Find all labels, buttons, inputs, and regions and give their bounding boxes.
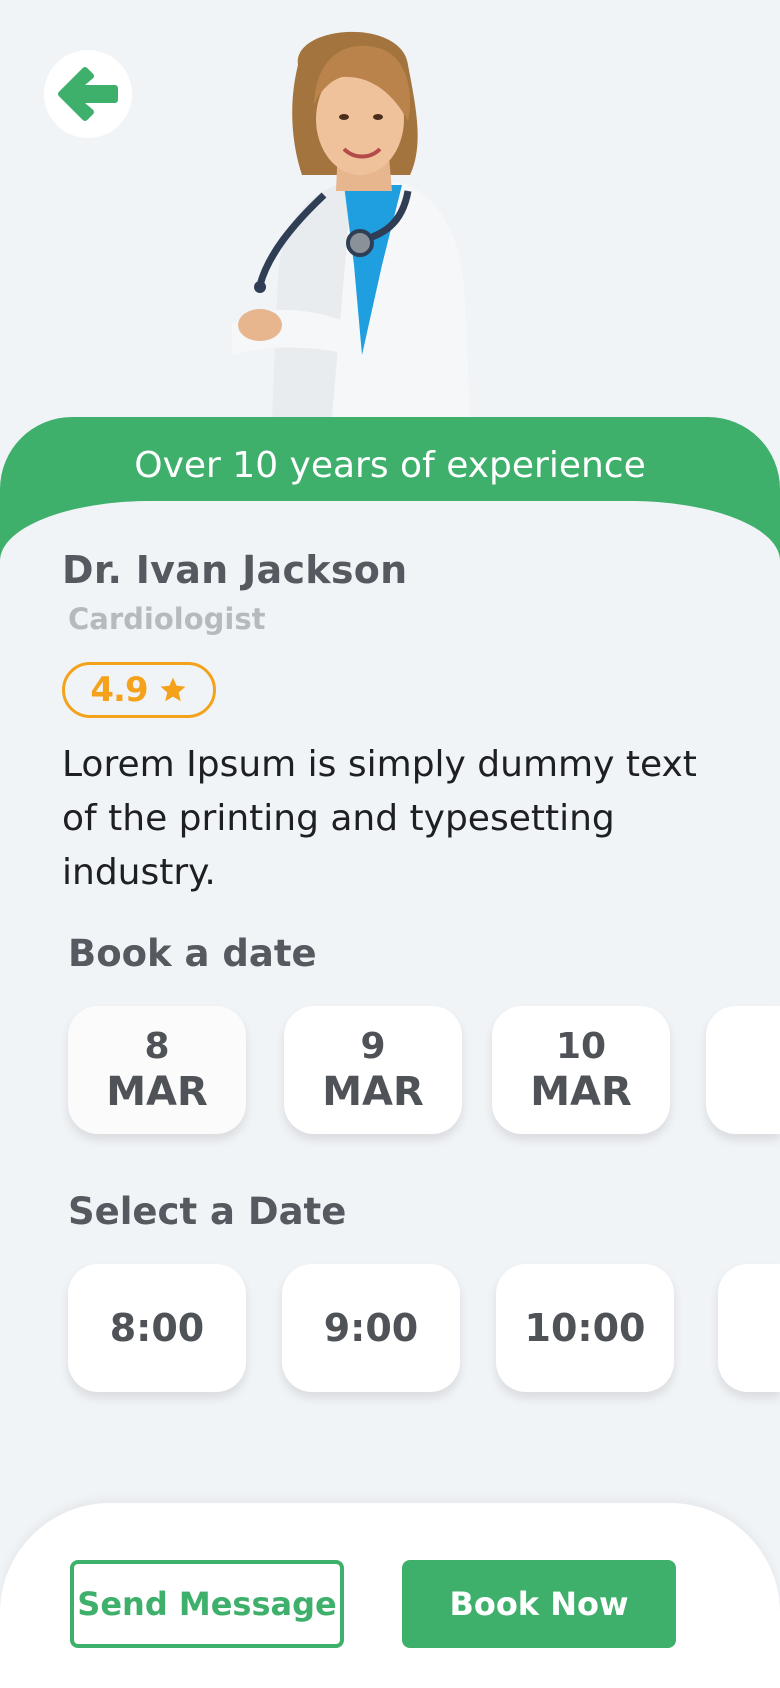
star-icon: [160, 677, 186, 702]
rating-badge: 4.9: [62, 662, 216, 718]
doctor-portrait-photo: [232, 31, 470, 417]
date-chip-partial[interactable]: [706, 1006, 780, 1134]
time-label: 10:00: [524, 1306, 646, 1350]
doctor-specialty: Cardiologist: [68, 602, 266, 636]
date-chip[interactable]: 10 MAR: [492, 1006, 670, 1134]
time-chip[interactable]: 8:00: [68, 1264, 246, 1392]
time-chip-partial[interactable]: [718, 1264, 780, 1392]
date-day: 8: [144, 1026, 170, 1067]
doctor-name: Dr. Ivan Jackson: [62, 548, 408, 592]
date-month: MAR: [322, 1069, 424, 1115]
date-month: MAR: [106, 1069, 208, 1115]
doctor-detail-screen: Over 10 years of experience Dr. Ivan Jac…: [0, 0, 780, 1688]
book-date-title: Book a date: [68, 932, 317, 975]
time-chip[interactable]: 9:00: [282, 1264, 460, 1392]
date-month: MAR: [530, 1069, 632, 1115]
back-button[interactable]: [44, 50, 132, 138]
arrow-left-icon: [58, 67, 118, 121]
select-time-title: Select a Date: [68, 1190, 347, 1233]
date-chip[interactable]: 8 MAR: [68, 1006, 246, 1134]
date-day: 9: [360, 1026, 386, 1067]
book-now-button[interactable]: Book Now: [402, 1560, 676, 1648]
rating-value: 4.9: [90, 670, 148, 710]
time-chip[interactable]: 10:00: [496, 1264, 674, 1392]
time-label: 8:00: [109, 1306, 205, 1350]
experience-text: Over 10 years of experience: [134, 445, 646, 486]
date-chip[interactable]: 9 MAR: [284, 1006, 462, 1134]
date-day: 10: [555, 1026, 607, 1067]
send-message-button[interactable]: Send Message: [70, 1560, 344, 1648]
doctor-bio: Lorem Ipsum is simply dummy text of the …: [62, 744, 697, 893]
time-label: 9:00: [323, 1306, 419, 1350]
